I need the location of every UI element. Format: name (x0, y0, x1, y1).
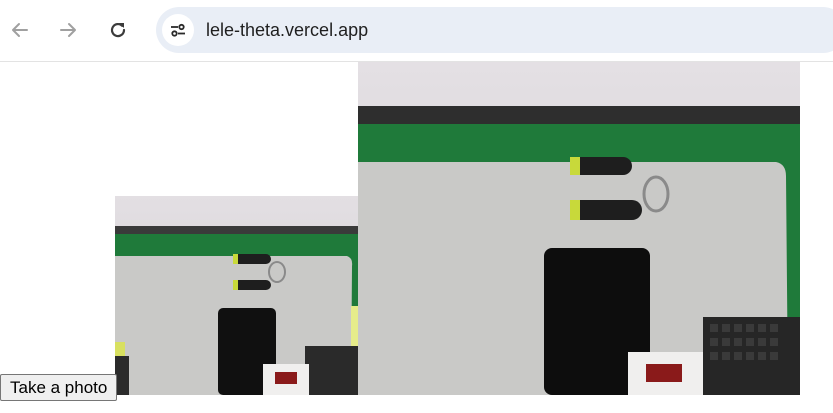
reload-button[interactable] (100, 12, 136, 48)
url-text[interactable]: lele-theta.vercel.app (206, 7, 368, 53)
browser-toolbar: lele-theta.vercel.app (0, 0, 833, 62)
arrow-left-icon (12, 23, 28, 37)
site-info-button[interactable] (162, 14, 194, 46)
arrow-right-icon (60, 23, 76, 37)
page-content: Take a photo (0, 62, 833, 413)
captured-photo-small (115, 196, 358, 395)
live-camera-view (358, 62, 800, 395)
tune-icon (171, 23, 185, 37)
take-photo-button[interactable]: Take a photo (0, 374, 118, 401)
reload-icon (110, 23, 126, 38)
forward-button[interactable] (50, 12, 86, 48)
back-button[interactable] (2, 12, 38, 48)
address-bar[interactable]: lele-theta.vercel.app (156, 7, 833, 53)
